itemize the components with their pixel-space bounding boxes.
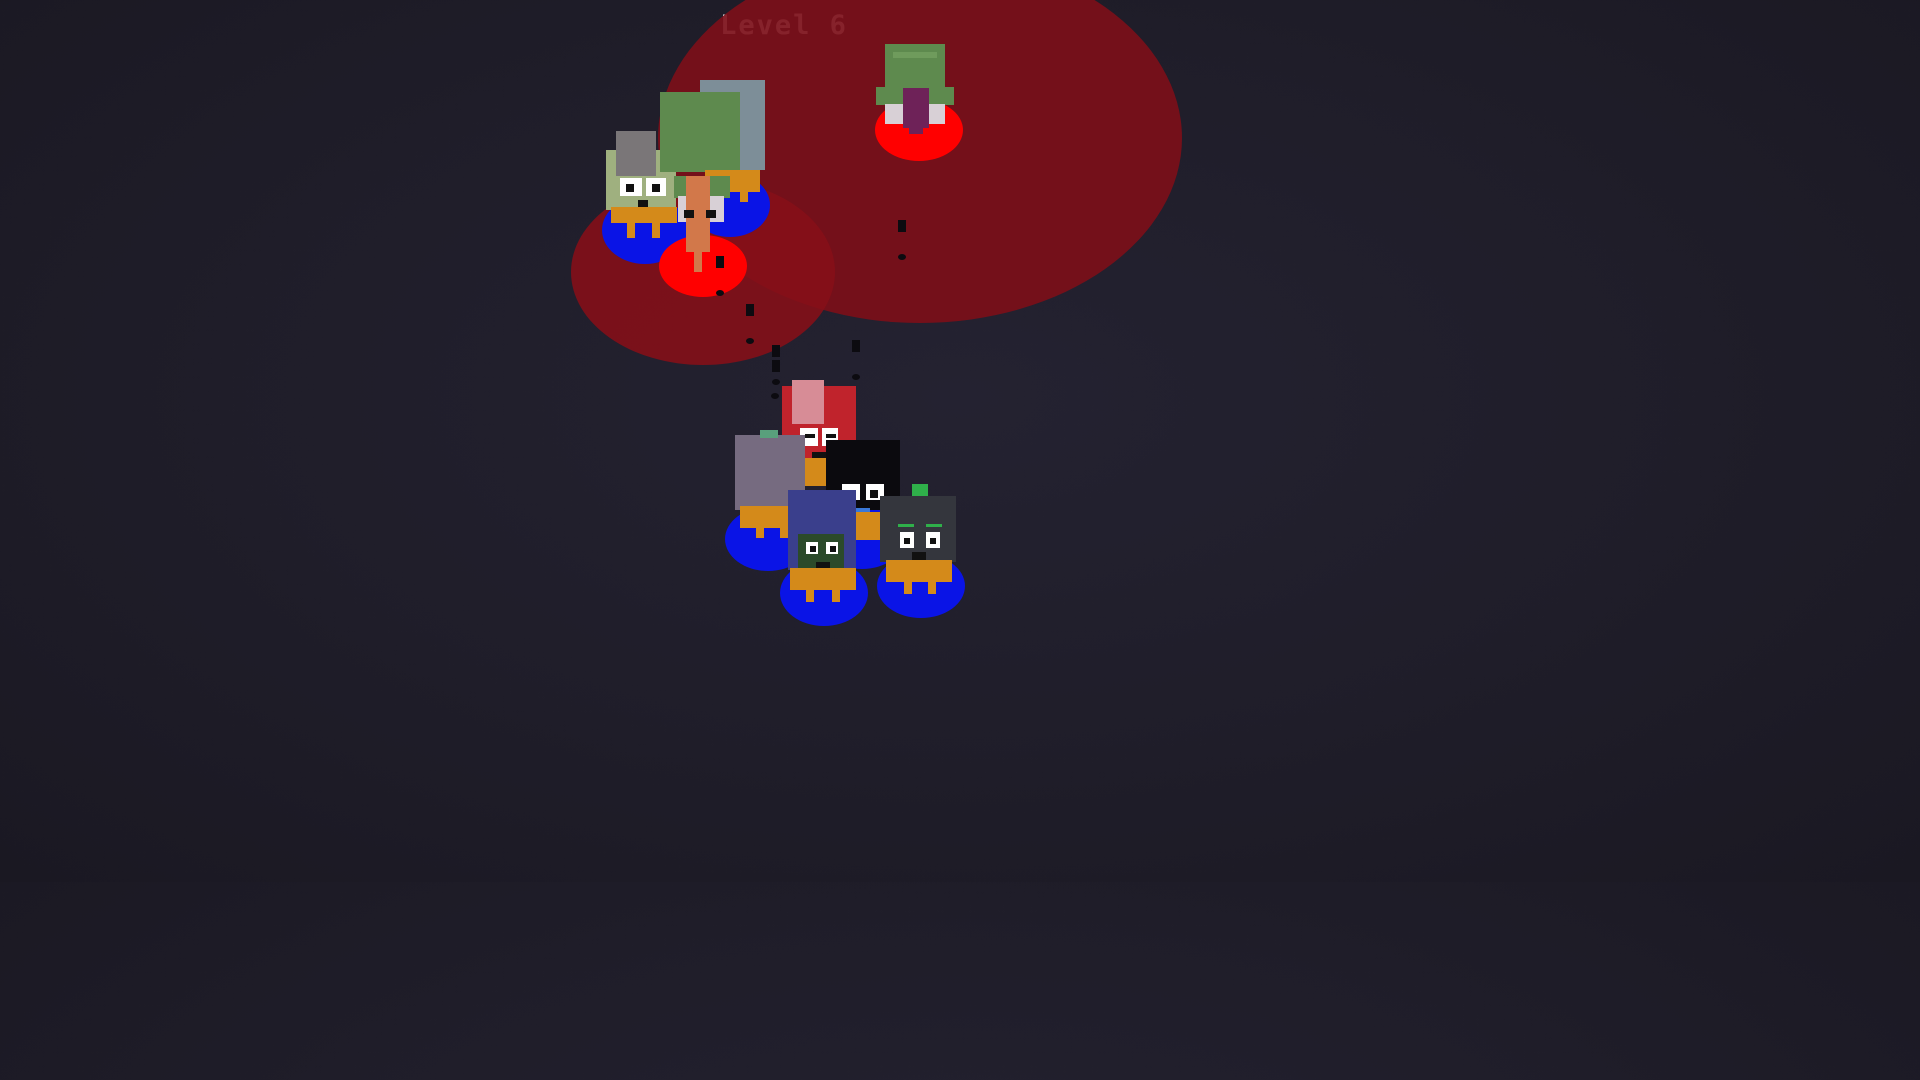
- projectile-shadow: [771, 393, 779, 399]
- projectile: [716, 256, 724, 268]
- projectile: [772, 360, 780, 372]
- projectile-shadow: [746, 338, 754, 344]
- projectile: [746, 304, 754, 316]
- projectile-shadow: [772, 379, 780, 385]
- game-field[interactable]: [0, 0, 1568, 882]
- projectile: [852, 340, 860, 352]
- projectile-shadow: [716, 290, 724, 296]
- projectile-shadow: [898, 254, 906, 260]
- enemy-unit-eggplant[interactable]: [876, 44, 954, 134]
- projectile: [772, 345, 780, 357]
- ally-unit-blue-hood[interactable]: [788, 490, 856, 602]
- projectile: [898, 220, 906, 232]
- projectile-shadow: [852, 374, 860, 380]
- ally-unit-dark-sprout[interactable]: [880, 484, 956, 594]
